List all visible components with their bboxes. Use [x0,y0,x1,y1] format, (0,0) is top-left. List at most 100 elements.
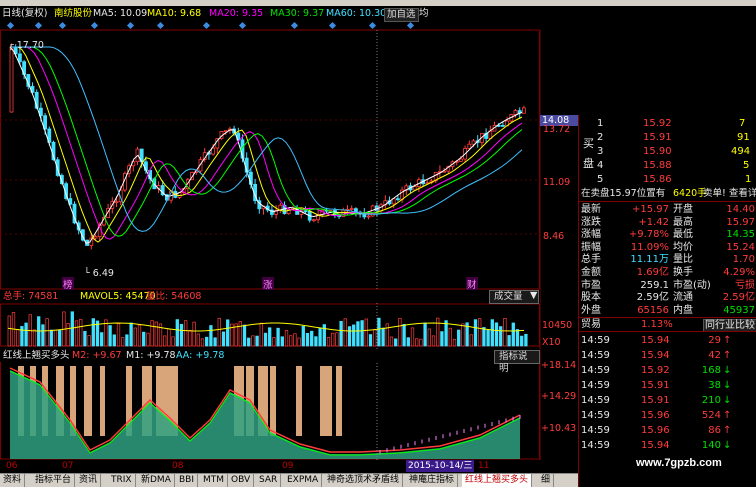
volume-bar [112,334,116,347]
volume-bar [188,329,192,347]
tab-expma[interactable]: EXPMA [284,474,323,487]
tab-new-dma[interactable]: 新DMA [138,474,175,487]
quote-value: +1.42 [638,216,669,228]
order-level-row[interactable]: 3 15.90 494 [579,145,756,158]
tab-dealer-indicator[interactable]: 神庵庄指标 [406,474,459,487]
tab-trix[interactable]: TRIX [108,474,136,487]
candle-body [17,53,22,63]
volume-bar [146,332,150,347]
quote-label: 振幅 [581,241,601,253]
mavol5-value: MAVOL5: 45470 [80,291,156,302]
volume-bar [373,329,377,347]
volume-bar [490,319,494,347]
tab-profile[interactable]: 资料 [0,474,26,487]
event-marker-zhang[interactable]: 涨 [262,277,274,291]
indicator-bar [84,366,92,436]
volume-bar [499,326,503,347]
volume-bar [137,324,142,347]
volume-bar [24,322,28,347]
candle-body [93,236,98,239]
order-level-row[interactable]: 4 15.88 5 [579,159,756,172]
ma60-value: MA60: 10.30 [326,8,387,19]
order-level-row[interactable]: 5 15.86 1 [579,173,756,186]
large-order-text: 在卖盘15.97位置有 [581,188,666,199]
tab-detail[interactable]: 细 [538,474,555,487]
volume-bar [247,337,251,347]
indicator-bar [336,366,342,436]
event-marker-cai[interactable]: 财 [466,277,478,291]
ma20-value: MA20: 9.35 [209,8,264,19]
quote-row: 涨幅 +9.78% 最低 14.35 [579,228,756,241]
volume-bar [91,318,95,347]
volume-bar [389,336,394,347]
volume-bar [58,329,62,347]
moving-average-lines [9,46,523,244]
tab-bbi[interactable]: BBI [176,474,199,487]
tab-obv[interactable]: OBV [228,474,255,487]
month-label: 11 [478,461,490,471]
indicator-help-button[interactable]: 指标说明 [494,350,540,374]
candle-body [513,110,518,115]
tab-indicator-platform[interactable]: 指标平台 [32,474,76,487]
volume-bar [419,338,423,347]
volume-bar [209,325,213,347]
quote-row: 金额 1.69亿 换手 4.29% [579,266,756,279]
volume-bar [297,337,301,347]
candle-body [366,215,371,218]
volume-bar [503,318,507,347]
quote-label: 换手 [673,267,693,278]
add-watchlist-button[interactable]: 加自选 [384,8,419,22]
volume-bar [196,333,200,347]
candle-body [395,198,400,201]
indicator-series [9,366,521,459]
quote-row: 市盈 259.1 市盈(动) 亏损 [579,279,756,292]
volume-bar [473,319,478,347]
tab-sar[interactable]: SAR [256,474,282,487]
volume-bar [331,332,335,347]
quote-label: 涨跌 [581,216,601,228]
order-level-row[interactable]: 2 15.91 91 [579,131,756,144]
candle-body [349,208,354,211]
candle-body [412,186,417,191]
tick-volume: 29 [708,335,721,346]
candle-body [458,158,463,162]
indicator-axis-label: +18.14 [541,360,577,371]
volume-bar [259,322,263,347]
divider [579,331,756,332]
tab-news[interactable]: 资讯 [76,474,102,487]
tick-price: 15.94 [641,335,670,346]
tick-volume: 140 [701,440,721,451]
quote-value: 11.09% [630,241,669,253]
volume-bar [301,325,305,347]
volume-bar [284,330,289,347]
indicator-name[interactable]: 红线上翘买多头 [3,349,70,362]
arrow-up-icon: ↑ [723,410,732,421]
chevron-down-icon[interactable]: ▼ [530,290,537,301]
top-menu-bar[interactable] [0,0,756,6]
industry-row[interactable]: 贸易 1.13% 同行业比较 [579,318,756,332]
tick-row: 14:59 15.91 38 ↓ [579,379,756,392]
tab-red-line-buy[interactable]: 红线上翘买多头 [462,474,533,487]
large-order-tail: 卖单! 查看详细 [703,188,756,199]
quote-label: 均价 [673,241,693,253]
volume-bar [179,323,184,347]
tab-top-selection[interactable]: 神奇选顶术矛盾线 [324,474,404,487]
order-level-row[interactable]: 1 15.92 7 [579,117,756,130]
arrow-up-icon: ↑ [723,425,732,436]
volume-bar [406,337,410,347]
large-order-alert[interactable]: 在卖盘15.97位置有 6420手 卖单! 查看详细 [579,187,756,200]
volume-bar [368,334,373,347]
quote-label: 涨幅 [581,229,601,241]
volume-bar [192,321,196,347]
order-level-num: 5 [597,174,604,185]
kline-chart-area[interactable] [0,22,578,460]
period-label[interactable]: 日线(复权) [2,7,47,21]
tab-mtm[interactable]: MTM [200,474,229,487]
volume-bar [452,338,457,347]
quote-label: 最高 [673,216,693,228]
event-marker-bang[interactable]: 榜 [62,277,74,291]
quote-label: 最低 [673,229,693,241]
quote-value: 2.59亿 [636,292,669,304]
volume-bar [427,328,431,347]
quote-row: 涨跌 +1.42 最高 15.97 [579,216,756,229]
